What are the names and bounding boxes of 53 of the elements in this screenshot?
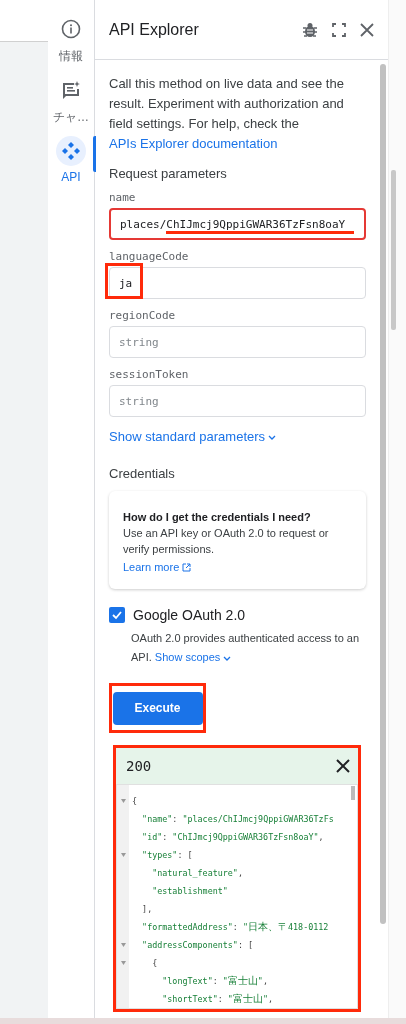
learn-more-link[interactable]: Learn more xyxy=(123,561,192,573)
code-line: { xyxy=(151,957,159,970)
external-link-icon xyxy=(182,562,192,572)
info-icon xyxy=(61,19,81,39)
input-field[interactable]: places/ChIJmcj9QppiGWAR36TzFsn8oaY xyxy=(109,208,366,240)
rail-tab[interactable]: API xyxy=(47,136,95,184)
code-line: "name": "places/ChIJmcj9QppiGWAR36TzFs xyxy=(141,813,335,826)
checkbox-label: Google OAuth 2.0 xyxy=(133,607,246,623)
diamond-icon xyxy=(61,141,81,161)
execute-button[interactable]: Execute xyxy=(112,691,203,725)
param-label: regionCode xyxy=(109,309,177,322)
code-line: "natural_feature", xyxy=(151,867,244,880)
card-question: How do I get the credentials I need? xyxy=(123,510,312,525)
input-field[interactable]: ja xyxy=(109,267,366,299)
fold-icon[interactable] xyxy=(120,853,126,857)
close-icon[interactable] xyxy=(360,22,374,37)
param-label: name xyxy=(109,191,137,204)
checkbox[interactable] xyxy=(109,607,125,623)
code-line: "id": "ChIJmcj9QppiGWAR36TzFsn8oaY", xyxy=(141,831,325,844)
rail-tab[interactable]: 情報 xyxy=(47,14,95,65)
code-line: "types": [ xyxy=(141,849,194,862)
input-field[interactable]: string xyxy=(109,326,366,358)
code-line: "establishment" xyxy=(151,885,229,898)
code-line: "addressComponents": [ xyxy=(141,939,255,952)
section-title: Request parameters xyxy=(109,166,228,181)
rail-tab[interactable]: チャ… xyxy=(47,75,95,126)
bug-icon[interactable] xyxy=(302,21,318,38)
show-parameters-link[interactable]: Show standard parameters xyxy=(109,429,366,444)
card-text: Use an API key or OAuth 2.0 to request or verify permissions. xyxy=(123,526,330,557)
highlight-frame xyxy=(105,263,143,299)
fold-icon[interactable] xyxy=(120,961,126,965)
code-line: "longText": "富士山", xyxy=(161,974,269,988)
input-field[interactable]: string xyxy=(109,385,366,417)
code-line: ], xyxy=(141,903,154,916)
code-line: "formattedAddress": "日本、〒418-0112 xyxy=(141,920,330,934)
fullscreen-icon[interactable] xyxy=(332,22,346,37)
code-line: { xyxy=(132,795,139,808)
code-line: "shortText": "富士山", xyxy=(161,992,274,1006)
panel-title: API Explorer xyxy=(109,20,200,39)
section-title: Credentials xyxy=(109,466,176,481)
intro-text: Call this method on live data and see the result. Experiment with authorization and field settings. For help, check the APIs Explorer documentation xyxy=(109,75,345,153)
close-icon[interactable] xyxy=(336,759,350,773)
status-code: 200 xyxy=(126,758,152,774)
show-scopes-link[interactable]: Show scopes xyxy=(154,651,232,663)
param-label: languageCode xyxy=(109,250,190,263)
chevron-down-icon xyxy=(268,435,277,441)
chevron-down-icon xyxy=(223,655,232,661)
docs-link[interactable]: APIs Explorer documentation xyxy=(109,136,278,151)
chat-icon xyxy=(61,80,81,100)
fold-icon[interactable] xyxy=(120,799,126,803)
fold-icon[interactable] xyxy=(120,943,126,947)
param-label: sessionToken xyxy=(109,368,190,381)
oauth-description: OAuth 2.0 provides authenticated access to an API. Show scopes xyxy=(130,631,361,665)
